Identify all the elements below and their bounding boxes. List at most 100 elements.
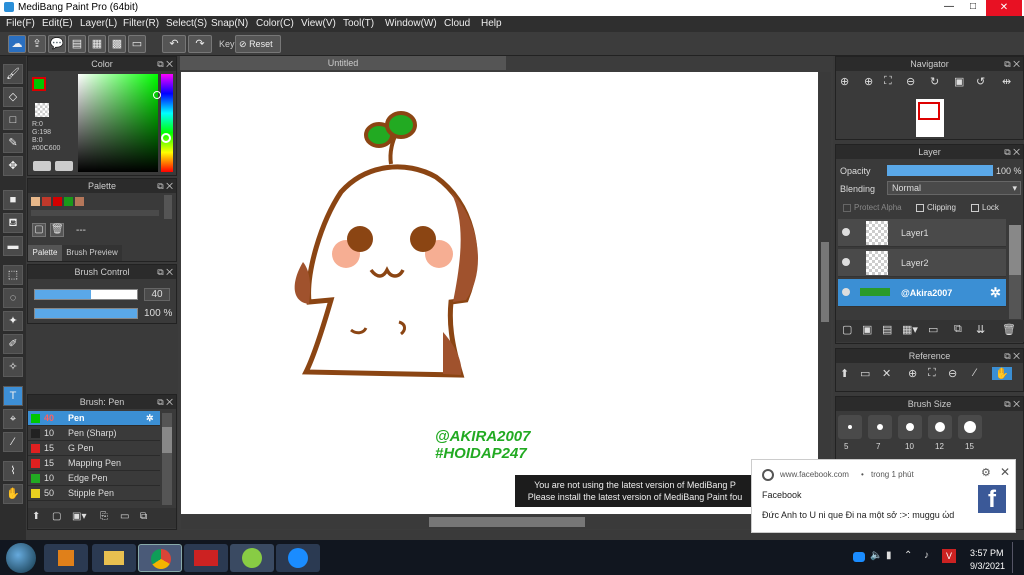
navigator-thumbnail[interactable] <box>916 99 944 137</box>
duplicate-icon[interactable]: ⧉ <box>954 323 962 336</box>
menu-filter[interactable]: Filter(R) <box>123 18 159 29</box>
brush-opacity-slider[interactable] <box>34 308 138 319</box>
brush-size-option[interactable] <box>928 415 952 439</box>
gear-icon[interactable]: ✲ <box>146 411 154 426</box>
menu-view[interactable]: View(V) <box>301 18 336 29</box>
tray-speaker-icon[interactable]: ♪ <box>924 550 929 561</box>
menu-cloud[interactable]: Cloud <box>444 18 470 29</box>
blending-select[interactable]: Normal ▾ <box>887 181 1021 195</box>
horizontal-scrollbar[interactable] <box>181 515 818 529</box>
menu-select[interactable]: Select(S) <box>166 18 207 29</box>
tray-app-icon[interactable]: V <box>942 549 956 563</box>
hand-icon[interactable]: ✋ <box>3 484 23 504</box>
palette-swatch[interactable] <box>53 197 62 206</box>
merge-icon[interactable]: ⇊ <box>976 323 985 336</box>
brush-menu-icon[interactable]: ▣▾ <box>72 511 86 522</box>
undo-icon[interactable]: ↶ <box>162 35 186 53</box>
start-button[interactable] <box>6 543 36 573</box>
palette-swatch[interactable] <box>42 197 51 206</box>
page-icon[interactable]: ▭ <box>128 35 146 53</box>
palette-swatch[interactable] <box>75 197 84 206</box>
panel-controls-icon[interactable]: ⧉ ✕ <box>1004 349 1020 363</box>
chrome-icon[interactable] <box>138 544 182 572</box>
brush-item[interactable]: 10 Pen (Sharp) <box>28 426 160 441</box>
new-8bit-layer-icon[interactable]: ▤ <box>882 323 892 336</box>
layer-scrollbar[interactable] <box>1009 225 1021 319</box>
show-desktop-button[interactable] <box>1012 542 1022 573</box>
menu-snap[interactable]: Snap(N) <box>211 18 248 29</box>
rectangle-icon[interactable]: □ <box>3 110 23 130</box>
tray-network-icon[interactable]: ▮ <box>886 550 892 561</box>
layer-row[interactable]: Layer1 <box>838 219 1006 247</box>
main-color-swatch[interactable] <box>32 77 46 91</box>
brush-item[interactable]: 10 Edge Pen <box>28 471 160 486</box>
canvas-tab[interactable]: Untitled <box>180 56 506 70</box>
palette-swatch[interactable] <box>64 197 73 206</box>
panel-controls-icon[interactable]: ⧉ ✕ <box>157 179 173 193</box>
eyedropper-icon[interactable]: ⁄ <box>974 367 976 379</box>
brush-list-scrollbar[interactable] <box>162 413 172 505</box>
brush-size-option[interactable] <box>838 415 862 439</box>
hue-handle[interactable] <box>161 133 171 143</box>
new-brush-icon[interactable]: ▢ <box>52 511 61 522</box>
panel-controls-icon[interactable]: ⧉ ✕ <box>157 265 173 279</box>
zoom-in-icon[interactable]: ⊕ <box>908 367 917 380</box>
brush-item[interactable]: 15 Mapping Pen <box>28 456 160 471</box>
layer-row-selected[interactable]: @Akira2007 ✲ <box>838 279 1006 307</box>
pen-icon[interactable]: ✎ <box>3 133 23 153</box>
vertical-scrollbar[interactable] <box>819 72 831 514</box>
upload-icon[interactable]: ⬆ <box>840 367 849 380</box>
color-button-2[interactable] <box>55 161 73 171</box>
select-eraser-icon[interactable]: ✧ <box>3 357 23 377</box>
color-picker-handle[interactable] <box>153 91 161 99</box>
tab-brush-preview[interactable]: Brush Preview <box>62 245 122 261</box>
transparent-swatch[interactable] <box>35 103 49 117</box>
buzz-icon[interactable] <box>184 544 228 572</box>
brush-list-scroll-thumb[interactable] <box>162 427 172 453</box>
canvas[interactable]: @AKIRA2007 #HOIDAP247 <box>181 72 818 514</box>
fill-rect-icon[interactable]: ■ <box>3 190 23 210</box>
select-icon[interactable]: ⬚ <box>3 265 23 285</box>
redo-icon[interactable]: ↷ <box>188 35 212 53</box>
brush-item[interactable]: 50 Stipple Pen <box>28 486 160 501</box>
menu-file[interactable]: File(F) <box>6 18 35 29</box>
palette-swatch[interactable] <box>31 197 40 206</box>
brush-item[interactable]: 40 Pen ✲ <box>28 411 160 426</box>
panel-controls-icon[interactable]: ⧉ ✕ <box>157 57 173 71</box>
layer-menu-icon[interactable]: ▦▾ <box>902 323 918 336</box>
zalo-icon[interactable] <box>276 544 320 572</box>
eraser-icon[interactable]: ◇ <box>3 87 23 107</box>
new-layer-icon[interactable]: ▢ <box>842 323 852 336</box>
maximize-button[interactable]: □ <box>962 1 984 12</box>
medibang-icon[interactable] <box>230 544 274 572</box>
flip-icon[interactable]: ⇹ <box>1002 75 1011 88</box>
document-icon[interactable]: ▦ <box>88 35 106 53</box>
layer-scroll-thumb[interactable] <box>1009 225 1021 275</box>
trash-icon[interactable]: 🗑 <box>50 223 64 237</box>
bucket-icon[interactable]: ⛾ <box>3 213 23 233</box>
fit-icon[interactable]: ⛶ <box>884 75 892 88</box>
menu-edit[interactable]: Edit(E) <box>42 18 73 29</box>
notification-toast[interactable]: www.facebook.com • trong 1 phút ⚙ ✕ Face… <box>751 459 1016 533</box>
trash-icon[interactable]: 🗑 <box>1002 323 1016 336</box>
close-icon[interactable]: ✕ <box>882 367 891 380</box>
eye-icon[interactable] <box>842 228 850 236</box>
vertical-scroll-thumb[interactable] <box>821 242 829 322</box>
brush-size-option[interactable] <box>898 415 922 439</box>
zoom-in-2-icon[interactable]: ⊕ <box>864 75 873 88</box>
brush-copy-icon[interactable]: ⎘ <box>100 511 108 522</box>
share-icon[interactable]: ⇪ <box>28 35 46 53</box>
panel-controls-icon[interactable]: ⧉ ✕ <box>1004 145 1020 159</box>
lock-checkbox[interactable] <box>971 204 979 212</box>
brush-icon[interactable]: 🖌 <box>3 64 23 84</box>
tray-zalo-icon[interactable] <box>853 552 865 562</box>
brush-size-option[interactable] <box>958 415 982 439</box>
message-icon[interactable]: ▤ <box>68 35 86 53</box>
tab-palette[interactable]: Palette <box>28 245 62 261</box>
minimize-button[interactable]: — <box>938 1 960 12</box>
operation-icon[interactable]: ⌖ <box>3 409 23 429</box>
tray-arrow-icon[interactable]: ⌃ <box>904 550 912 561</box>
menu-help[interactable]: Help <box>481 18 502 29</box>
explorer-icon[interactable] <box>92 544 136 572</box>
panel-controls-icon[interactable]: ⧉ ✕ <box>157 395 173 409</box>
